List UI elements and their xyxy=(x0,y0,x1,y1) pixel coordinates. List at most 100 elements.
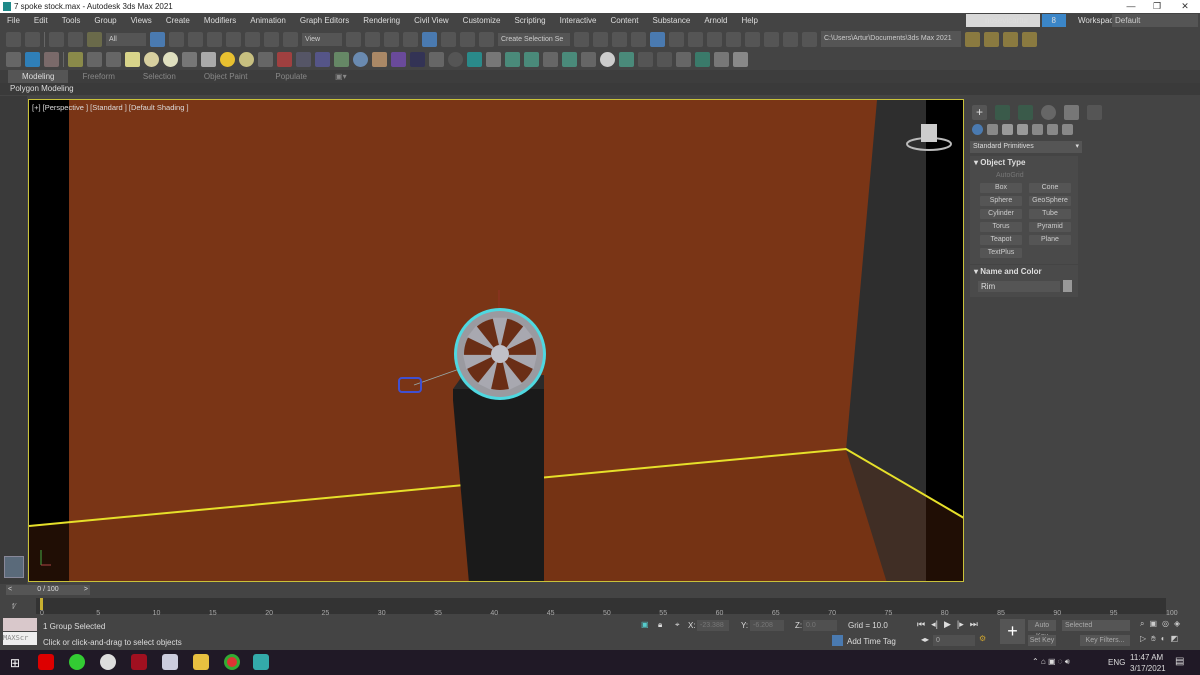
plant-icon[interactable] xyxy=(334,51,349,67)
helpers-icon[interactable] xyxy=(1032,124,1043,135)
select-object-icon[interactable] xyxy=(150,31,165,47)
teapot-render-icon[interactable] xyxy=(714,51,729,67)
edit-named-selection-icon[interactable] xyxy=(479,31,494,47)
rotate-icon[interactable] xyxy=(245,31,260,47)
render-region-icon[interactable] xyxy=(410,51,425,67)
textplus-button[interactable]: TextPlus xyxy=(980,248,1022,258)
ribbon-toggle-icon[interactable] xyxy=(650,31,665,47)
mirror-icon[interactable] xyxy=(574,31,589,47)
angle-snap-icon[interactable] xyxy=(422,31,437,47)
rectangular-selection-icon[interactable] xyxy=(188,31,203,47)
align-icon[interactable] xyxy=(593,31,608,47)
tray-icons[interactable]: ⌃ ⌂ ▣ ◌ 🔊︎ xyxy=(1032,657,1070,667)
menu-scripting[interactable]: Scripting xyxy=(507,16,552,25)
pedestal[interactable] xyxy=(453,389,544,582)
batch-render-icon[interactable] xyxy=(676,51,691,67)
cylinder-button[interactable]: Cylinder xyxy=(980,209,1022,219)
app-green-icon[interactable] xyxy=(69,654,85,670)
dope-sheet-icon[interactable] xyxy=(688,31,703,47)
project-path-dropdown[interactable]: C:\Users\Artur\Documents\3ds Max 2021 xyxy=(821,31,961,47)
add-time-tag-button[interactable]: Add Time Tag xyxy=(847,637,896,646)
character-icon[interactable] xyxy=(296,51,311,67)
notifications-button[interactable]: 8 xyxy=(1042,14,1066,27)
systems-icon[interactable] xyxy=(1062,124,1073,135)
create-project-icon[interactable] xyxy=(1003,31,1018,47)
bottle-icon[interactable] xyxy=(581,51,596,67)
torus-button[interactable]: Torus xyxy=(980,222,1022,232)
move-icon[interactable] xyxy=(226,31,241,47)
palette-icon[interactable] xyxy=(372,51,387,67)
absolute-mode-icon[interactable]: ⌖ xyxy=(675,620,680,630)
menu-modifiers[interactable]: Modifiers xyxy=(197,16,243,25)
viewcube-box[interactable] xyxy=(921,124,937,142)
curve-editor-toggle-icon[interactable]: f⁄ xyxy=(12,602,16,611)
selection-filter-dropdown[interactable]: All xyxy=(106,32,146,46)
select-manipulate-icon[interactable] xyxy=(365,31,380,47)
light-lister-icon[interactable] xyxy=(68,51,83,67)
bowl-icon[interactable] xyxy=(182,51,197,67)
preview-icon[interactable] xyxy=(657,51,672,67)
go-to-start-icon[interactable]: ⏮ xyxy=(917,619,925,630)
set-key-button[interactable]: Set Key xyxy=(1028,635,1056,646)
reference-coordinate-dropdown[interactable]: View xyxy=(302,32,342,46)
pivot-icon[interactable] xyxy=(346,31,361,47)
render-setup-icon[interactable] xyxy=(745,31,760,47)
sphere-light-icon[interactable] xyxy=(163,51,178,67)
time-config-icon[interactable]: ⚙ xyxy=(979,634,986,643)
spinner-snap-icon[interactable] xyxy=(460,31,475,47)
schematic-view-icon[interactable] xyxy=(707,31,722,47)
object-color-swatch[interactable] xyxy=(1063,280,1072,292)
sphere-icon[interactable] xyxy=(353,51,368,67)
globe-icon[interactable] xyxy=(619,51,634,67)
project-settings-icon[interactable] xyxy=(1022,31,1037,47)
next-frame-icon[interactable]: |▸ xyxy=(957,619,964,630)
restore-button[interactable]: ❐ xyxy=(1144,0,1170,13)
key-filters-button[interactable]: Key Filters... xyxy=(1080,635,1130,646)
ribbon-options-icon[interactable]: ▣▾ xyxy=(321,70,361,83)
select-by-name-icon[interactable] xyxy=(169,31,184,47)
tab-modeling[interactable]: Modeling xyxy=(8,70,69,83)
motion-tab-icon[interactable] xyxy=(1041,105,1056,120)
time-tag-icon[interactable] xyxy=(832,635,843,646)
render-icon[interactable] xyxy=(783,31,798,47)
modify-tab-icon[interactable] xyxy=(995,105,1010,120)
windows-start-icon[interactable]: ⊞ xyxy=(10,656,20,670)
maximize-viewport-icon[interactable]: ◩ xyxy=(1171,634,1179,644)
close-button[interactable]: ✕ xyxy=(1172,0,1198,13)
menu-content[interactable]: Content xyxy=(604,16,646,25)
grid-icon[interactable] xyxy=(258,51,273,67)
workspace-dropdown[interactable]: Default xyxy=(1112,14,1198,27)
menu-arnold[interactable]: Arnold xyxy=(697,16,734,25)
pyramid-button[interactable]: Pyramid xyxy=(1029,222,1071,232)
layer-explorer-icon[interactable] xyxy=(631,31,646,47)
app-red-icon[interactable] xyxy=(131,654,147,670)
undo-icon[interactable] xyxy=(6,31,21,47)
rollout-title[interactable]: ▾ Name and Color xyxy=(970,265,1078,278)
teapot-button[interactable]: Teapot xyxy=(980,235,1022,245)
snap-target-icon[interactable] xyxy=(638,51,653,67)
tube-button[interactable]: Tube xyxy=(1029,209,1071,219)
zoom-extents-all-icon[interactable]: ◈ xyxy=(1174,619,1180,629)
link-icon[interactable] xyxy=(49,31,64,47)
render-in-cloud-icon[interactable] xyxy=(802,31,817,47)
file-explorer-icon[interactable] xyxy=(193,654,209,670)
bind-space-warp-icon[interactable] xyxy=(87,31,102,47)
tree-icon[interactable] xyxy=(524,51,539,67)
particles-icon[interactable] xyxy=(277,51,292,67)
3dsmax-taskbar-icon[interactable] xyxy=(253,654,269,670)
menu-interactive[interactable]: Interactive xyxy=(553,16,604,25)
cameras-icon[interactable] xyxy=(1017,124,1028,135)
hierarchy-tab-icon[interactable] xyxy=(1018,105,1033,120)
clipboard-icon[interactable] xyxy=(429,51,444,67)
maxscript-input[interactable]: MAXScr xyxy=(3,632,37,645)
time-cursor[interactable] xyxy=(40,598,43,610)
action-center-icon[interactable]: ▤ xyxy=(1175,656,1184,667)
menu-file[interactable]: File xyxy=(0,16,27,25)
keyboard-shortcut-icon[interactable] xyxy=(384,31,399,47)
chrome-icon[interactable] xyxy=(224,654,240,670)
sphere-button[interactable]: Sphere xyxy=(980,196,1022,206)
clock-date[interactable]: 3/17/2021 xyxy=(1130,664,1166,673)
track-bar[interactable]: 0 5 10 15 20 25 30 35 40 45 50 55 60 65 70 75 80 85 90 95 10… xyxy=(36,598,1178,617)
menu-graph-editors[interactable]: Graph Editors xyxy=(293,16,356,25)
book-icon[interactable] xyxy=(543,51,558,67)
